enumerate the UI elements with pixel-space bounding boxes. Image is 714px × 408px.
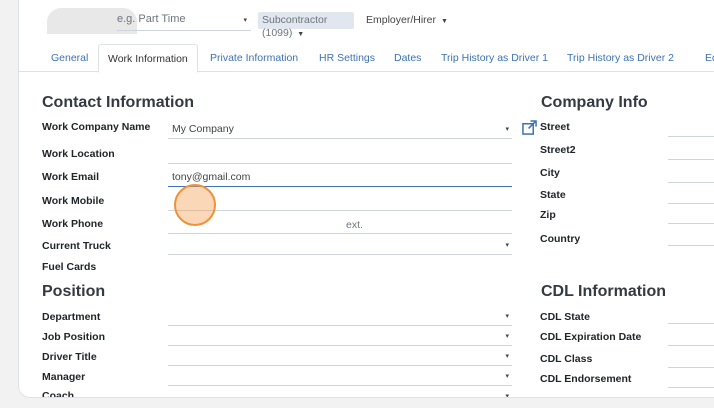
current-truck-label: Current Truck [42, 240, 111, 252]
current-truck-select[interactable]: ▾ [168, 237, 512, 255]
city-label: City [540, 167, 560, 179]
work-company-value: My Company [172, 123, 234, 135]
cdl-state-select[interactable] [668, 310, 714, 324]
work-email-value: tony@gmail.com [172, 171, 251, 183]
cdl-expiration-label: CDL Expiration Date [540, 331, 642, 343]
chevron-down-icon: ▾ [505, 242, 509, 249]
tab-trip-history-driver-2[interactable]: Trip History as Driver 2 [567, 44, 674, 72]
employment-type-placeholder: e.g. Part Time [117, 13, 186, 25]
coach-label: Coach [42, 390, 75, 398]
street2-input[interactable] [668, 146, 714, 160]
state-label: State [540, 189, 566, 201]
chevron-down-icon: ▾ [505, 373, 509, 380]
work-email-input[interactable]: tony@gmail.com [168, 169, 512, 187]
cdl-endorsement-label: CDL Endorsement [540, 373, 632, 385]
country-label: Country [540, 233, 581, 245]
tab-more[interactable]: Eq [705, 44, 714, 72]
state-select[interactable] [668, 190, 714, 204]
department-select[interactable]: ▾ [168, 308, 512, 326]
tab-trip-history-driver-1[interactable]: Trip History as Driver 1 [441, 44, 548, 72]
chevron-down-icon: ▼ [297, 31, 305, 38]
click-indicator [174, 184, 216, 226]
chevron-down-icon: ▾ [505, 313, 509, 320]
contractor-type-select[interactable]: Subcontractor (1099) ▼ [258, 12, 354, 39]
employee-form-card: e.g. Part Time ▾ Subcontractor (1099) ▼ … [18, 0, 714, 398]
tab-dates[interactable]: Dates [394, 44, 421, 72]
tab-general[interactable]: General [51, 44, 88, 72]
work-phone-input[interactable]: ext. [168, 216, 512, 234]
work-phone-label: Work Phone [42, 218, 104, 230]
cdl-endorsement-input[interactable] [668, 374, 714, 388]
phone-ext-label: ext. [346, 219, 363, 231]
cdl-class-select[interactable] [668, 354, 714, 368]
employer-role-value: Employer/Hirer [366, 14, 437, 26]
chevron-down-icon: ▾ [505, 353, 509, 360]
work-company-select[interactable]: My Company ▾ [168, 121, 512, 139]
work-mobile-input[interactable] [168, 193, 512, 211]
contact-information-title: Contact Information [42, 94, 194, 111]
cdl-state-label: CDL State [540, 311, 590, 323]
tab-private-information[interactable]: Private Information [210, 44, 298, 72]
chevron-down-icon: ▾ [505, 333, 509, 340]
cdl-information-title: CDL Information [541, 283, 667, 300]
street-input[interactable] [668, 123, 714, 137]
fuel-cards-label: Fuel Cards [42, 261, 97, 273]
chevron-down-icon: ▾ [243, 17, 247, 24]
zip-label: Zip [540, 209, 556, 221]
chevron-down-icon: ▼ [440, 18, 448, 25]
driver-title-label: Driver Title [42, 351, 97, 363]
job-position-select[interactable]: ▾ [168, 328, 512, 346]
manager-label: Manager [42, 371, 86, 383]
tab-work-information[interactable]: Work Information [98, 44, 198, 73]
manager-select[interactable]: ▾ [168, 368, 512, 386]
work-mobile-label: Work Mobile [42, 195, 105, 207]
contractor-type-value: Subcontractor (1099) [262, 14, 328, 39]
tab-hr-settings[interactable]: HR Settings [319, 44, 375, 72]
chevron-down-icon: ▾ [505, 126, 509, 133]
department-label: Department [42, 311, 101, 323]
position-title: Position [42, 283, 106, 300]
job-position-label: Job Position [42, 331, 105, 343]
country-select[interactable] [668, 232, 714, 246]
street-label: Street [540, 121, 570, 133]
city-input[interactable] [668, 169, 714, 183]
driver-title-select[interactable]: ▾ [168, 348, 512, 366]
employer-role-select[interactable]: Employer/Hirer ▼ [366, 12, 448, 29]
coach-select[interactable]: ▾ [168, 388, 512, 398]
work-location-select[interactable] [168, 146, 512, 164]
company-info-title: Company Info [541, 94, 648, 111]
work-location-label: Work Location [42, 148, 115, 160]
work-company-label: Work Company Name [42, 121, 151, 133]
cdl-class-label: CDL Class [540, 353, 593, 365]
street2-label: Street2 [540, 144, 576, 156]
chevron-down-icon: ▾ [505, 393, 509, 398]
employment-type-select[interactable]: e.g. Part Time ▾ [117, 13, 251, 31]
external-link-icon[interactable] [522, 120, 537, 135]
cdl-expiration-input[interactable] [668, 332, 714, 346]
work-email-label: Work Email [42, 171, 99, 183]
form-tabs: General Work Information Private Informa… [19, 44, 714, 73]
zip-input[interactable] [668, 210, 714, 224]
